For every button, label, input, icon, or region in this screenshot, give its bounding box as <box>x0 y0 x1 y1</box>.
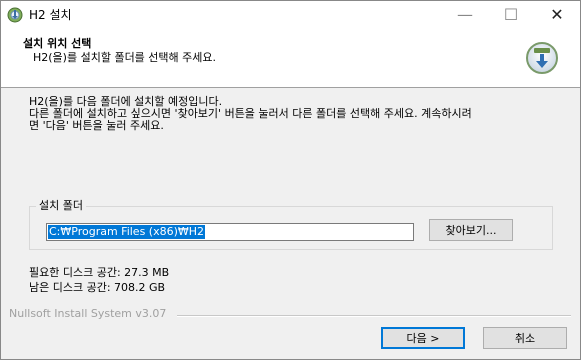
title-bar: H2 설치 — ☐ ✕ <box>1 1 580 29</box>
page-header: 설치 위치 선택 H2(을)를 설치할 폴더를 선택해 주세요. <box>1 29 580 88</box>
instruction-line-3: 면 '다음' 버튼을 눌러 주세요. <box>29 119 164 132</box>
maximize-icon: ☐ <box>503 5 519 24</box>
destination-path-text: C:₩Program Files (x86)₩H2 <box>48 225 206 239</box>
browse-button[interactable]: 찾아보기... <box>429 219 513 241</box>
branding-divider <box>177 315 571 317</box>
close-icon: ✕ <box>550 5 564 24</box>
maximize-button[interactable]: ☐ <box>488 1 534 29</box>
minimize-button[interactable]: — <box>442 1 488 29</box>
space-required: 필요한 디스크 공간: 27.3 MB <box>29 266 170 279</box>
destination-path-input[interactable]: C:₩Program Files (x86)₩H2 <box>46 223 414 241</box>
cancel-button[interactable]: 취소 <box>483 327 567 349</box>
destination-folder-label: 설치 폴더 <box>36 199 86 213</box>
instructions: H2(을)를 다음 폴더에 설치할 예정입니다. 다른 폴더에 설치하고 싶으시… <box>29 96 569 132</box>
page-title: 설치 위치 선택 <box>23 37 92 50</box>
window-title: H2 설치 <box>29 8 72 22</box>
nsis-branding: Nullsoft Install System v3.07 <box>9 307 167 320</box>
space-available: 남은 디스크 공간: 708.2 GB <box>29 281 166 294</box>
close-button[interactable]: ✕ <box>534 1 580 29</box>
minimize-icon: — <box>457 5 473 24</box>
nsis-logo-icon <box>526 42 558 74</box>
installer-icon <box>7 7 23 23</box>
next-button[interactable]: 다음 > <box>381 327 465 349</box>
page-subtitle: H2(을)를 설치할 폴더를 선택해 주세요. <box>33 51 217 64</box>
installer-window: H2 설치 — ☐ ✕ 설치 위치 선택 H2(을)를 설치할 폴더를 선택해 … <box>0 0 581 360</box>
